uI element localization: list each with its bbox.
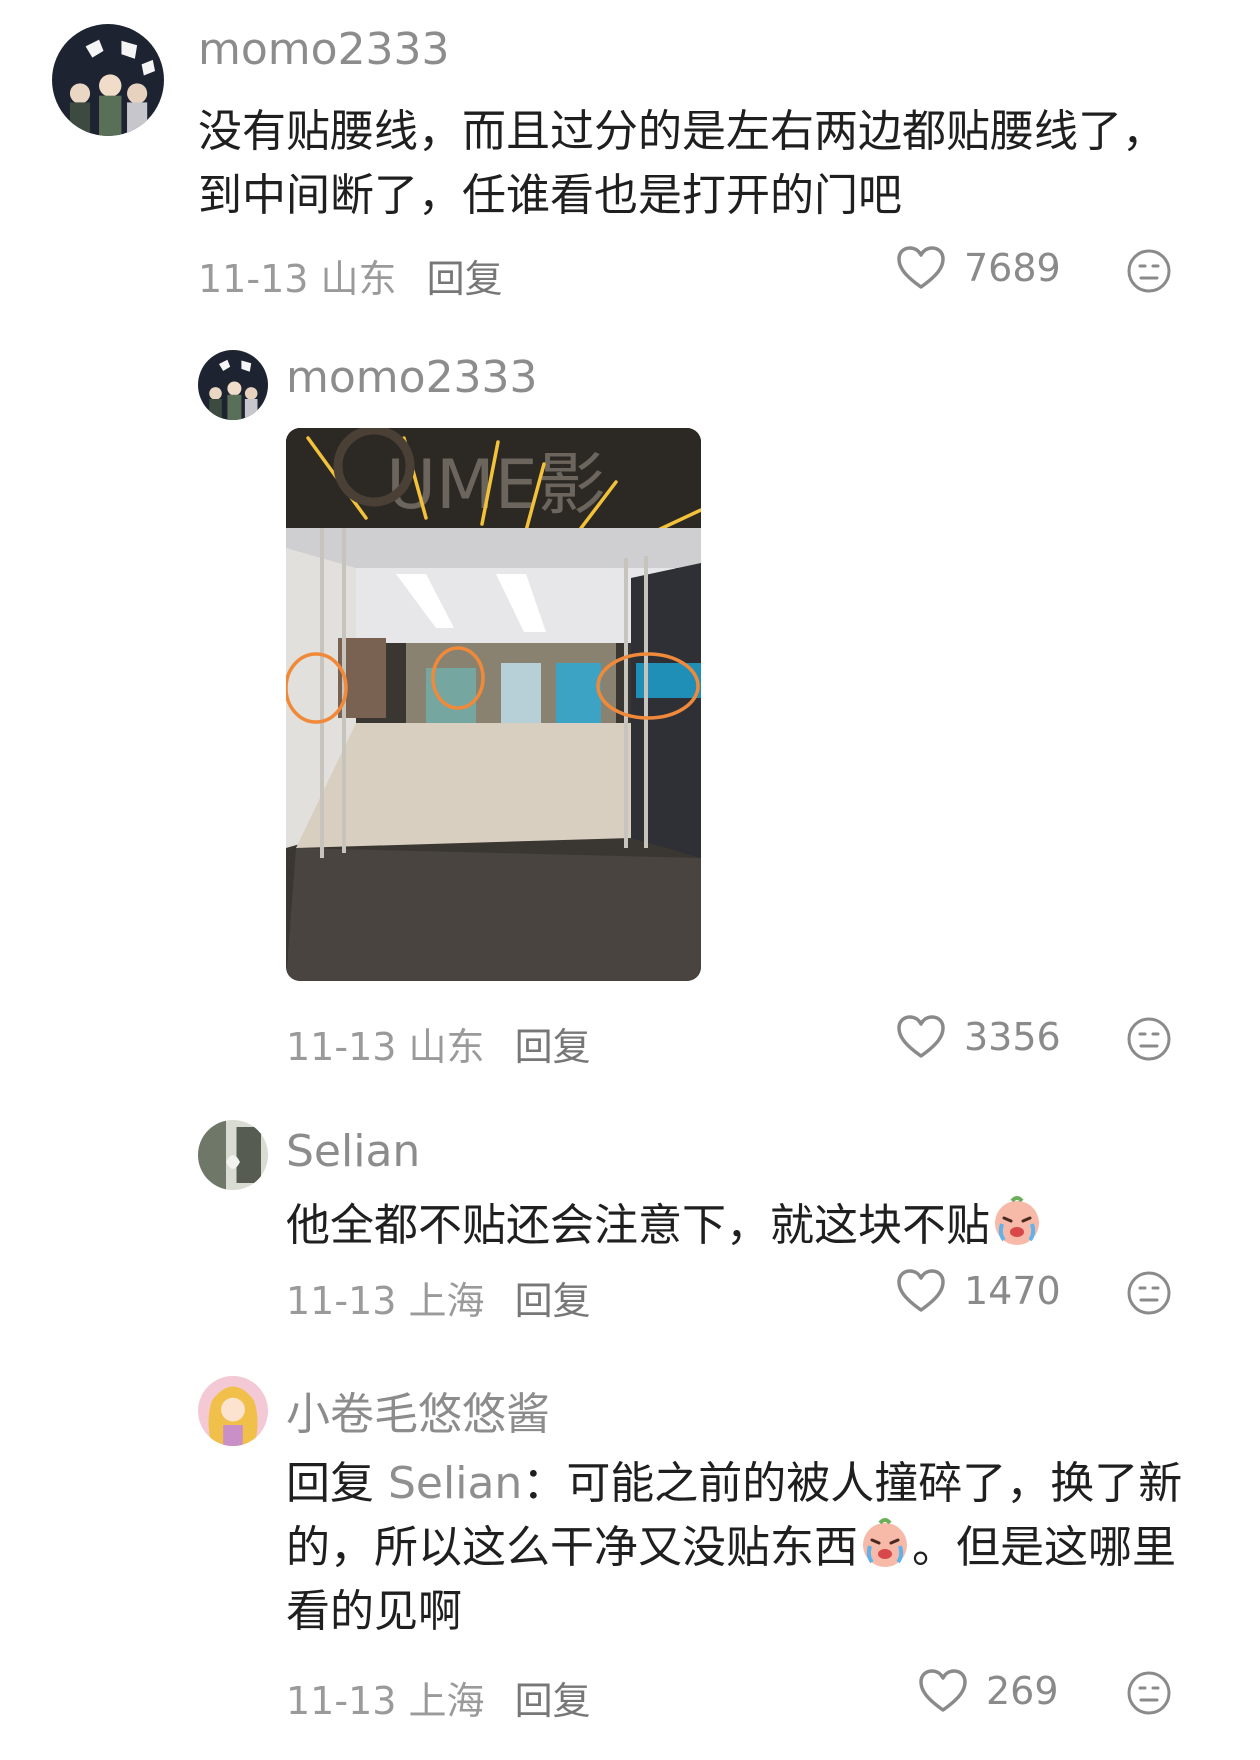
- reply-prefix: 回复: [286, 1458, 374, 1509]
- like-button[interactable]: 3356: [896, 1014, 1061, 1060]
- reply-button[interactable]: 回复: [515, 1679, 591, 1723]
- comment-text: 回复 Selian：可能之前的被人撞碎了，换了新的，所以这么干净又没贴东西 。但…: [286, 1452, 1191, 1644]
- comment-meta: 11-13 山东 回复: [286, 1016, 591, 1071]
- user-avatar-icon: [198, 350, 268, 420]
- username[interactable]: momo2333: [286, 352, 538, 403]
- comment-location: 山东: [320, 257, 397, 301]
- like-button[interactable]: 7689: [896, 245, 1061, 291]
- comment-text: 没有贴腰线，而且过分的是左右两边都贴腰线了，到中间断了，任谁看也是打开的门吧: [198, 106, 1166, 221]
- reply-button[interactable]: 回复: [515, 1025, 591, 1069]
- comment-text: 他全都不贴还会注意下，就这块不贴: [286, 1194, 1186, 1258]
- crying-face-emoji: [863, 1518, 907, 1567]
- username[interactable]: 小卷毛悠悠酱: [286, 1378, 550, 1442]
- comment-date: 11-13: [198, 257, 309, 301]
- avatar[interactable]: [198, 350, 268, 420]
- avatar[interactable]: [198, 1376, 268, 1446]
- like-button[interactable]: 1470: [896, 1268, 1061, 1314]
- reply-button[interactable]: 回复: [427, 257, 503, 301]
- comment-date: 11-13: [286, 1279, 397, 1323]
- neutral-face-icon[interactable]: [1126, 1270, 1172, 1316]
- comment-meta: 11-13 上海 回复: [286, 1270, 591, 1325]
- user-avatar-icon: [52, 24, 164, 136]
- reply-button[interactable]: 回复: [515, 1279, 591, 1323]
- reply-colon: ：: [522, 1458, 567, 1509]
- crying-face-emoji: [995, 1196, 1039, 1245]
- avatar[interactable]: [52, 24, 164, 136]
- comment-location: 上海: [408, 1679, 485, 1723]
- heart-outline-icon: [897, 1269, 945, 1312]
- like-count: 269: [986, 1669, 1059, 1713]
- comment-text-body: 他全都不贴还会注意下，就这块不贴: [286, 1200, 990, 1251]
- reply-mention[interactable]: Selian: [388, 1458, 522, 1509]
- comment-location: 上海: [408, 1279, 485, 1323]
- heart-outline-icon: [897, 1015, 945, 1058]
- neutral-face-icon[interactable]: [1126, 1016, 1172, 1062]
- username[interactable]: momo2333: [198, 24, 450, 75]
- neutral-face-icon[interactable]: [1126, 1670, 1172, 1716]
- comment-date: 11-13: [286, 1025, 397, 1069]
- comment-meta: 11-13 上海 回复: [286, 1670, 591, 1725]
- storefront-photo: UME影: [286, 428, 701, 981]
- avatar[interactable]: [198, 1120, 268, 1190]
- like-count: 3356: [964, 1015, 1061, 1059]
- heart-outline-icon: [919, 1669, 967, 1712]
- like-button[interactable]: 269: [918, 1668, 1059, 1714]
- neutral-face-icon[interactable]: [1126, 248, 1172, 294]
- comment-photo[interactable]: UME影: [286, 428, 701, 981]
- like-count: 7689: [964, 246, 1061, 290]
- username[interactable]: Selian: [286, 1126, 420, 1177]
- comment-meta: 11-13 山东 回复: [198, 248, 503, 303]
- like-count: 1470: [964, 1269, 1061, 1313]
- heart-outline-icon: [897, 246, 945, 289]
- comment-location: 山东: [408, 1025, 485, 1069]
- user-avatar-icon: [198, 1376, 268, 1446]
- user-avatar-icon: [198, 1120, 268, 1190]
- comment-date: 11-13: [286, 1679, 397, 1723]
